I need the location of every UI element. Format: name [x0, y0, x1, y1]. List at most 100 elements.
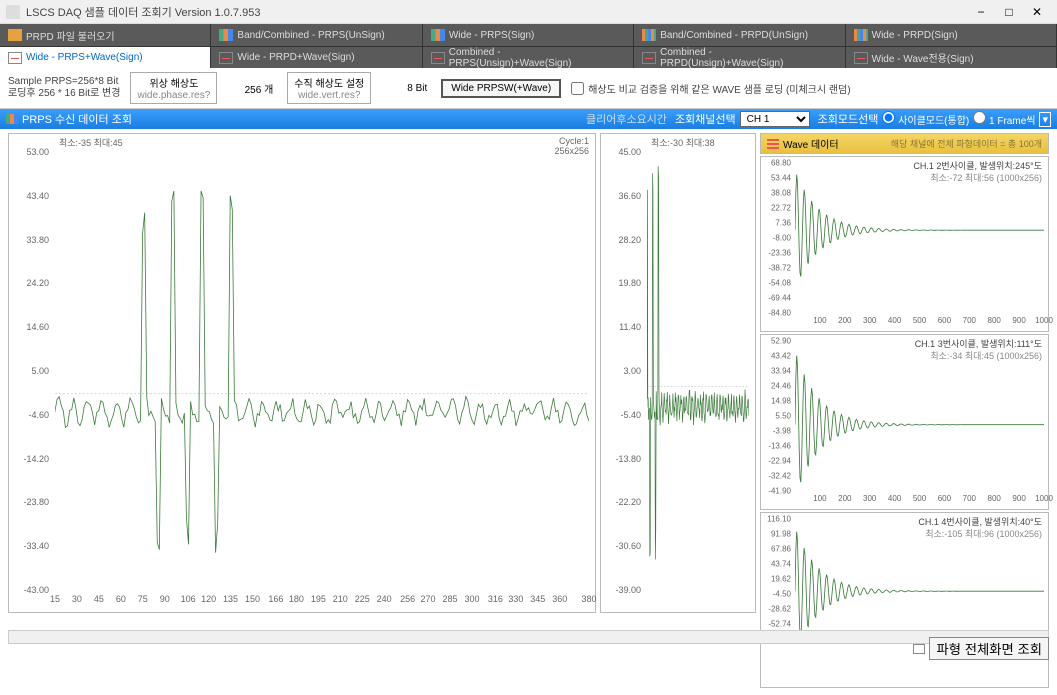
y-tick: -33.40 [23, 541, 49, 551]
y-tick: -84.80 [768, 309, 791, 318]
wave-header-title: Wave 데이터 [783, 136, 839, 151]
y-tick: -52.74 [768, 620, 791, 629]
x-tick: 700 [963, 316, 976, 325]
radio-cycle[interactable]: 사이클모드(통합) [882, 111, 969, 127]
x-tick: 500 [913, 494, 926, 503]
section-header: PRPS 수신 데이터 조회 클리어후소요시간 조회채널선택 CH 1 조회모드… [0, 109, 1057, 129]
wave-header: Wave 데이터 해당 채널에 전체 파형데이터 = 총 100개 [760, 133, 1049, 154]
sample-info: Sample PRPS=256*8 Bit 로딩후 256 * 16 Bit로 … [8, 76, 120, 100]
tab-label: Wide - PRPD+Wave(Sign) [237, 52, 354, 63]
x-tick: 1000 [1035, 316, 1053, 325]
vres-box: 수직 해상도 설정 wide.vert.res? [287, 72, 371, 104]
tab-tabs2-4[interactable]: Wide - Wave전용(Sign) [846, 47, 1057, 68]
tabs-row-2: Wide - PRPS+Wave(Sign) Wide - PRPD+Wave(S… [0, 46, 1057, 68]
y-tick: 14.98 [771, 397, 791, 406]
x-tick: 195 [311, 594, 326, 604]
x-tick: 225 [355, 594, 370, 604]
x-tick: 135 [223, 594, 238, 604]
y-tick: 68.80 [771, 159, 791, 168]
tab-tabs1-2[interactable]: Wide - PRPS(Sign) [423, 24, 634, 46]
tab-tabs1-1[interactable]: Band/Combined - PRPS(UnSign) [211, 24, 422, 46]
tab-tabs2-1[interactable]: Wide - PRPD+Wave(Sign) [211, 47, 422, 68]
y-tick: -41.90 [768, 487, 791, 496]
tab-tabs2-2[interactable]: Combined - PRPS(Unsign)+Wave(Sign) [423, 47, 634, 68]
tab-label: PRPD 파일 불러오기 [26, 28, 115, 43]
y-tick: -69.44 [768, 294, 791, 303]
close-button[interactable]: ✕ [1023, 2, 1051, 22]
y-tick: -22.20 [615, 497, 641, 507]
x-tick: 360 [552, 594, 567, 604]
tab-label: Wide - PRPS+Wave(Sign) [26, 52, 143, 63]
prps-chart-mid: 최소:-30 최대:38 45.0036.6028.2019.8011.403.… [600, 133, 756, 613]
wave-icon [767, 139, 779, 149]
wave-header-sub: 해당 채널에 전체 파형데이터 = 총 100개 [839, 137, 1042, 150]
y-tick: 7.36 [775, 219, 791, 228]
y-tick: -22.94 [768, 457, 791, 466]
hres-value: 256 개 [227, 81, 277, 96]
params-bar: Sample PRPS=256*8 Bit 로딩후 256 * 16 Bit로 … [0, 68, 1057, 109]
x-tick: 316 [488, 594, 503, 604]
channel-select[interactable]: CH 1 [740, 111, 810, 127]
window-title: LSCS DAQ 샘플 데이터 조회기 Version 1.0.7.953 [26, 4, 967, 20]
y-tick: 3.00 [623, 366, 641, 376]
y-tick: 38.08 [771, 189, 791, 198]
radio-frame[interactable]: 1 Frame씩 [973, 111, 1035, 127]
frame-stepper-icon[interactable]: ▾ [1039, 112, 1051, 127]
tab-icon [854, 29, 868, 41]
x-tick: 180 [289, 594, 304, 604]
wave-panel-1: CH.1 3번사이클, 발생위치:111°도최소:-34 최대:45 (1000… [760, 334, 1049, 510]
tab-icon [431, 52, 445, 64]
x-tick: 200 [838, 494, 851, 503]
y-tick: -23.36 [768, 249, 791, 258]
y-tick: 36.60 [618, 191, 641, 201]
y-tick: -54.08 [768, 279, 791, 288]
y-tick: 11.40 [619, 322, 641, 332]
y-tick: -13.80 [615, 454, 641, 464]
x-tick: 600 [938, 316, 951, 325]
minimize-button[interactable]: − [967, 2, 995, 22]
hres-box: 위상 해상도 wide.phase.res? [130, 72, 217, 104]
x-tick: 300 [863, 316, 876, 325]
footer: 파형 전체화면 조회 [913, 637, 1049, 660]
tab-tabs1-3[interactable]: Band/Combined - PRPD(UnSign) [634, 24, 845, 46]
tab-tabs1-4[interactable]: Wide - PRPD(Sign) [846, 24, 1057, 46]
y-tick: 24.20 [26, 278, 49, 288]
y-tick: 5.50 [775, 412, 791, 421]
y-tick: 43.42 [771, 352, 791, 361]
y-tick: 53.44 [771, 174, 791, 183]
y-tick: -3.98 [773, 427, 791, 436]
y-tick: -39.00 [615, 585, 641, 595]
x-tick: 900 [1012, 494, 1025, 503]
resolution-checkbox[interactable] [571, 82, 584, 95]
y-tick: -43.00 [23, 585, 49, 595]
y-tick: -28.62 [768, 605, 791, 614]
y-tick: 52.90 [771, 337, 791, 346]
resolution-check[interactable]: 해상도 비교 검증을 위해 같은 WAVE 샘플 로딩 (미체크시 랜덤) [571, 81, 850, 96]
x-tick: 800 [988, 494, 1001, 503]
tab-tabs2-3[interactable]: Combined - PRPD(Unsign)+Wave(Sign) [634, 47, 845, 68]
maximize-button[interactable]: □ [995, 2, 1023, 22]
y-tick: -4.60 [28, 410, 49, 420]
horizontal-scrollbar[interactable] [8, 630, 1049, 644]
x-tick: 700 [963, 494, 976, 503]
tab-tabs1-0[interactable]: PRPD 파일 불러오기 [0, 24, 211, 46]
tab-icon [8, 52, 22, 64]
y-tick: -5.40 [620, 410, 641, 420]
y-tick: -8.00 [773, 234, 791, 243]
tab-icon [8, 29, 22, 41]
y-tick: 91.98 [771, 530, 791, 539]
tab-tabs2-0[interactable]: Wide - PRPS+Wave(Sign) [0, 47, 211, 68]
x-tick: 166 [268, 594, 283, 604]
chart-left-stats: 최소:-35 최대:45 [59, 136, 123, 149]
tab-label: Band/Combined - PRPS(UnSign) [237, 30, 384, 41]
x-tick: 100 [813, 316, 826, 325]
x-tick: 300 [863, 494, 876, 503]
grid-icon [913, 644, 925, 654]
wave-panel-0: CH.1 2번사이클, 발생위치:245°도최소:-72 최대:56 (1000… [760, 156, 1049, 332]
y-tick: -14.20 [23, 454, 49, 464]
y-tick: 53.00 [26, 147, 49, 157]
mode-button[interactable]: Wide PRPSW(+Wave) [441, 79, 561, 98]
x-tick: 200 [838, 316, 851, 325]
fullscreen-button[interactable]: 파형 전체화면 조회 [929, 637, 1049, 660]
x-tick: 240 [377, 594, 392, 604]
